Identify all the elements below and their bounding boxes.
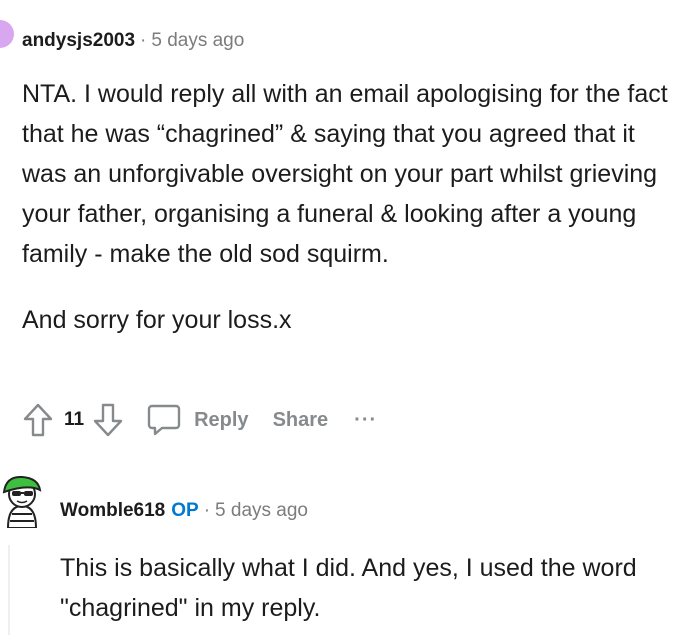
- vote-count: 11: [64, 409, 85, 430]
- comment-header: Womble618 OP · 5 days ago: [60, 500, 308, 522]
- comment-header: andysjs2003 · 5 days ago: [22, 30, 244, 52]
- comment-author[interactable]: andysjs2003: [22, 30, 135, 51]
- comment-action-bar: 11 Reply Share ···: [22, 400, 377, 440]
- avatar[interactable]: [0, 20, 14, 48]
- upvote-button[interactable]: [22, 402, 54, 438]
- downvote-icon: [93, 403, 123, 437]
- op-badge: OP: [171, 500, 199, 521]
- comment-timestamp[interactable]: 5 days ago: [215, 500, 308, 521]
- reply-button[interactable]: Reply: [146, 403, 249, 437]
- upvote-icon: [23, 403, 53, 437]
- meta-separator: ·: [203, 500, 211, 521]
- reply-label: Reply: [194, 408, 249, 431]
- downvote-button[interactable]: [92, 402, 124, 438]
- avatar[interactable]: [0, 472, 46, 528]
- meta-separator: ·: [140, 30, 147, 51]
- comment-author[interactable]: Womble618: [60, 500, 165, 521]
- more-icon[interactable]: ···: [354, 409, 377, 432]
- comment-icon: [147, 404, 181, 436]
- comment-paragraph: NTA. I would reply all with an email apo…: [22, 80, 668, 268]
- comment-timestamp[interactable]: 5 days ago: [151, 30, 244, 51]
- comment-paragraph: And sorry for your loss.x: [22, 306, 292, 334]
- comment-body: NTA. I would reply all with an email apo…: [22, 74, 682, 340]
- thread-line[interactable]: [8, 545, 10, 635]
- share-button[interactable]: Share: [273, 409, 329, 432]
- comment-body: This is basically what I did. And yes, I…: [60, 554, 637, 622]
